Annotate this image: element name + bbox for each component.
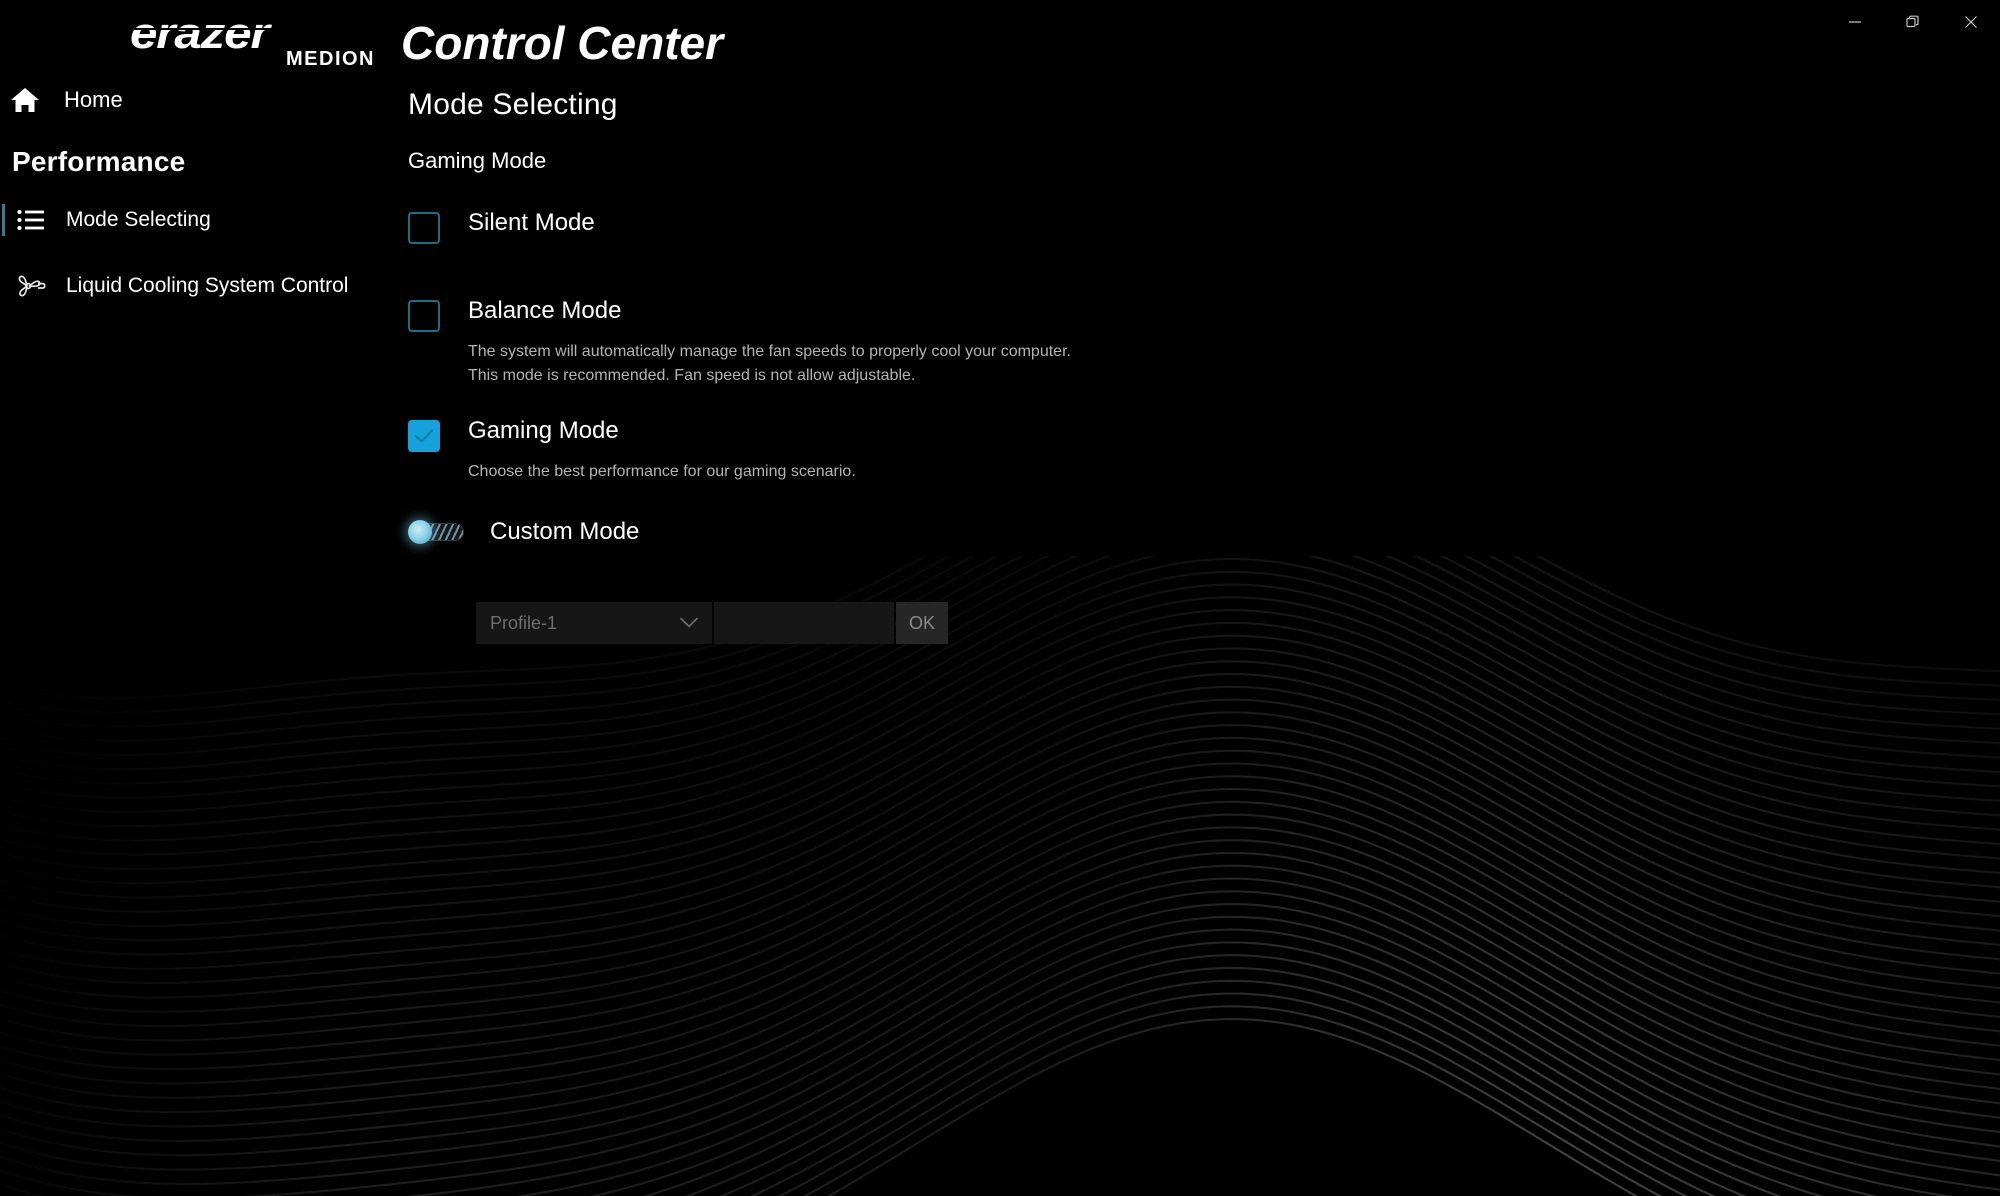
check-icon — [414, 429, 434, 443]
balance-mode-label: Balance Mode — [468, 297, 622, 324]
sidebar-item-mode-selecting[interactable]: Mode Selecting — [0, 196, 400, 244]
toggle-knob[interactable] — [408, 520, 432, 544]
fan-icon — [14, 273, 48, 299]
medion-wordmark: MEDION — [286, 48, 375, 70]
balance-mode-description-line-1: The system will automatically manage the… — [468, 343, 1071, 360]
balance-mode-description: The system will automatically manage the… — [468, 340, 1071, 388]
mode-option-balance[interactable]: Balance Mode The system will automatical… — [408, 296, 1968, 388]
main-content: Mode Selecting Gaming Mode Silent Mode B… — [408, 88, 1968, 644]
current-mode-label: Gaming Mode — [408, 148, 547, 173]
sidebar-item-home[interactable]: Home — [0, 78, 400, 122]
window-controls — [1826, 0, 2000, 44]
close-icon — [1964, 15, 1978, 29]
custom-mode-label: Custom Mode — [490, 518, 640, 545]
mode-option-custom[interactable]: Custom Mode — [408, 518, 1968, 546]
close-button[interactable] — [1942, 0, 2000, 44]
silent-mode-text: Silent Mode — [468, 208, 595, 238]
sidebar-item-mode-selecting-label: Mode Selecting — [66, 208, 211, 231]
chevron-down-icon — [680, 617, 698, 629]
sidebar-item-home-label: Home — [64, 87, 123, 112]
sidebar-item-liquid-cooling-system-control[interactable]: Liquid Cooling System Control — [0, 262, 400, 310]
profile-select-value: Profile-1 — [490, 612, 558, 633]
profile-ok-button[interactable]: OK — [896, 602, 948, 644]
minimize-button[interactable] — [1826, 0, 1884, 44]
mode-option-gaming[interactable]: Gaming Mode Choose the best performance … — [408, 416, 1968, 484]
sidebar: Home Performance Mode Selecting Liquid C… — [0, 78, 400, 310]
silent-mode-label: Silent Mode — [468, 209, 595, 236]
list-icon — [14, 209, 48, 231]
balance-mode-text: Balance Mode The system will automatical… — [468, 296, 1071, 388]
wave-background-decoration — [0, 556, 2000, 1196]
titlebar — [0, 0, 2000, 44]
custom-mode-toggle[interactable] — [408, 520, 464, 544]
home-icon — [8, 86, 42, 114]
restore-icon — [1906, 15, 1920, 29]
page-title: Mode Selecting — [408, 88, 618, 121]
maximize-button[interactable] — [1884, 0, 1942, 44]
app-window: erazer MEDION Control Center Home Perfor… — [0, 0, 2000, 1196]
sidebar-section-title: Performance — [12, 146, 186, 177]
profile-name-input[interactable] — [714, 602, 894, 644]
sidebar-item-liquid-cooling-label: Liquid Cooling System Control — [66, 274, 349, 297]
mode-option-silent[interactable]: Silent Mode — [408, 208, 1968, 244]
gaming-mode-label: Gaming Mode — [468, 417, 619, 444]
silent-mode-checkbox[interactable] — [408, 212, 440, 244]
balance-mode-checkbox[interactable] — [408, 300, 440, 332]
profile-select[interactable]: Profile-1 — [476, 602, 712, 644]
minimize-icon — [1848, 15, 1862, 29]
profile-controls-row: Profile-1 OK — [476, 602, 1968, 644]
mode-list: Silent Mode Balance Mode The system will… — [408, 208, 1968, 644]
gaming-mode-checkbox[interactable] — [408, 420, 440, 452]
balance-mode-description-line-2: This mode is recommended. Fan speed is n… — [468, 367, 916, 384]
gaming-mode-description-line-1: Choose the best performance for our gami… — [468, 463, 856, 480]
gaming-mode-text: Gaming Mode Choose the best performance … — [468, 416, 856, 484]
gaming-mode-description: Choose the best performance for our gami… — [468, 460, 856, 484]
